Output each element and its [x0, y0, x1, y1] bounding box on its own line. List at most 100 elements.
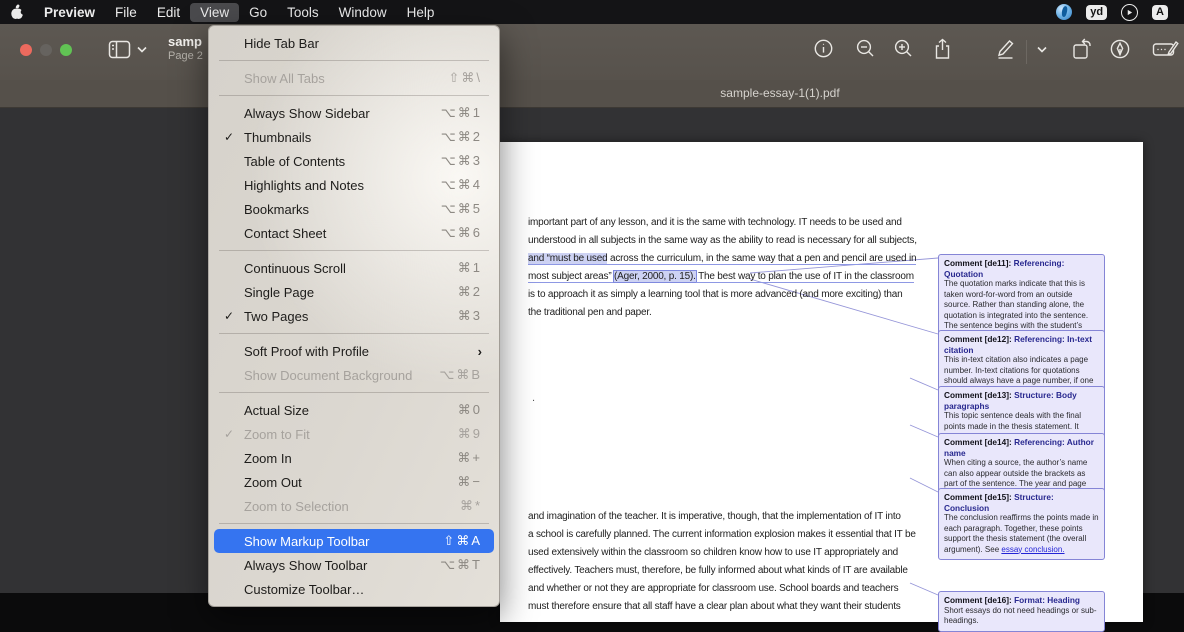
menubar-item-preview[interactable]: Preview [34, 3, 105, 22]
comment-body: Short essays do not need headings or sub… [944, 606, 1099, 627]
minimize-button[interactable] [40, 44, 52, 56]
essay-text: used extensively within the classroom so… [528, 547, 898, 558]
menu-item-label: Always Show Toolbar [244, 558, 440, 573]
sidebar-chevron-down-icon[interactable] [137, 46, 147, 53]
essay-text: must therefore ensure that all staff hav… [528, 601, 901, 612]
menu-item-shortcut: ⌘+ [457, 450, 482, 466]
menubar-item-edit[interactable]: Edit [147, 3, 190, 22]
menu-item-actual-size[interactable]: Actual Size⌘0 [214, 398, 494, 422]
menu-item-shortcut: ⌘* [460, 498, 482, 514]
tab-title[interactable]: sample-essay-1(1).pdf [720, 86, 839, 100]
essay-line: understood in all subjects in the same w… [528, 232, 920, 250]
comment-header: Comment [de16]: Format: Heading [944, 595, 1099, 606]
essay-text: effectively. Teachers must, therefore, b… [528, 565, 908, 576]
menu-item-show-markup-toolbar[interactable]: Show Markup Toolbar⇧⌘A [214, 529, 494, 553]
menu-item-zoom-in[interactable]: Zoom In⌘+ [214, 446, 494, 470]
zoom-window-button[interactable] [60, 44, 72, 56]
menu-divider [219, 392, 489, 393]
markup-chevron-down-icon[interactable] [1037, 46, 1047, 53]
menu-item-shortcut: ⌘9 [458, 426, 482, 442]
menu-item-bookmarks[interactable]: Bookmarks⌥⌘5 [214, 197, 494, 221]
annotated-text: and “must be used [528, 253, 607, 265]
essay-line: effectively. Teachers must, therefore, b… [528, 562, 920, 580]
menu-item-two-pages[interactable]: ✓Two Pages⌘3 [214, 304, 494, 328]
info-icon[interactable] [813, 38, 834, 59]
comment-body: The conclusion reaffirms the points made… [944, 513, 1099, 555]
comment-id: Comment [de11]: [944, 258, 1014, 268]
comment-link[interactable]: essay conclusion. [1001, 545, 1064, 554]
stray-mark: . [532, 392, 535, 404]
preview-window: samp Page 2 [0, 24, 1184, 593]
fill-and-sign-icon[interactable] [1152, 38, 1179, 60]
zoom-in-icon[interactable] [893, 38, 914, 59]
share-icon[interactable] [932, 38, 953, 60]
menu-item-hide-tab-bar[interactable]: Hide Tab Bar [214, 31, 494, 55]
menu-item-thumbnails[interactable]: ✓Thumbnails⌥⌘2 [214, 125, 494, 149]
checkmark-icon: ✓ [224, 309, 234, 323]
zoom-out-icon[interactable] [855, 38, 876, 59]
menu-item-label: Always Show Sidebar [244, 106, 441, 121]
yd-status-icon[interactable]: yd [1086, 5, 1107, 20]
essay-text: important part of any lesson, and it is … [528, 217, 902, 228]
comment-category: Format: Heading [1014, 595, 1080, 605]
menu-item-shortcut: ⌥⌘B [439, 367, 482, 383]
annotated-text: The best way to plan the use of IT in th… [696, 271, 914, 283]
essay-line: a school is carefully planned. The curre… [528, 526, 920, 544]
menu-item-table-of-contents[interactable]: Table of Contents⌥⌘3 [214, 149, 494, 173]
close-button[interactable] [20, 44, 32, 56]
apple-menu[interactable] [0, 4, 34, 20]
menu-item-always-show-sidebar[interactable]: Always Show Sidebar⌥⌘1 [214, 101, 494, 125]
sidebar-toggle-icon[interactable] [108, 39, 134, 61]
menubar-item-help[interactable]: Help [397, 3, 445, 22]
menubar-item-go[interactable]: Go [239, 3, 277, 22]
essay-text: and imagination of the teacher. It is im… [528, 511, 901, 522]
menu-item-contact-sheet[interactable]: Contact Sheet⌥⌘6 [214, 221, 494, 245]
menu-item-zoom-to-fit: ✓Zoom to Fit⌘9 [214, 422, 494, 446]
essay-text: is to approach it as simply a learning t… [528, 289, 902, 300]
markup-pen-icon[interactable] [993, 38, 1017, 61]
comment-box-6[interactable]: Comment [de16]: Format: HeadingShort ess… [938, 591, 1105, 632]
rotate-icon[interactable] [1070, 38, 1094, 61]
annotated-text: (Ager, 2000, p. 15). [614, 271, 696, 282]
comment-text: The quotation marks indicate that this i… [944, 279, 1088, 320]
menu-item-highlights-and-notes[interactable]: Highlights and Notes⌥⌘4 [214, 173, 494, 197]
menubar-item-window[interactable]: Window [329, 3, 397, 22]
highlighter-icon[interactable] [1109, 38, 1131, 60]
menu-item-label: Continuous Scroll [244, 261, 458, 276]
menu-divider [219, 250, 489, 251]
comment-header: Comment [de12]: Referencing: In-text cit… [944, 334, 1099, 355]
essay-line: and “must be used across the curriculum,… [528, 250, 920, 268]
menu-item-customize-toolbar[interactable]: Customize Toolbar… [214, 577, 494, 601]
toolbar: samp Page 2 [0, 24, 1184, 80]
essay-text: and whether or not they are appropriate … [528, 583, 898, 594]
menu-item-label: Show Markup Toolbar [244, 534, 443, 549]
comment-box-5[interactable]: Comment [de15]: Structure: ConclusionThe… [938, 488, 1105, 560]
app-status-icon[interactable] [1056, 4, 1072, 20]
comment-header: Comment [de11]: Referencing: Quotation [944, 258, 1099, 279]
essay-text: understood in all subjects in the same w… [528, 235, 917, 246]
menu-item-always-show-toolbar[interactable]: Always Show Toolbar⌥⌘T [214, 553, 494, 577]
menubar-item-view[interactable]: View [190, 3, 239, 22]
menubar-item-file[interactable]: File [105, 3, 147, 22]
window-page-indicator: Page 2 [168, 50, 208, 62]
menu-item-shortcut: ⌘− [457, 474, 482, 490]
menu-item-label: Customize Toolbar… [244, 582, 482, 597]
menu-item-zoom-to-selection: Zoom to Selection⌘* [214, 494, 494, 518]
menu-item-shortcut: ⌥⌘6 [441, 225, 482, 241]
menu-item-label: Zoom In [244, 451, 457, 466]
a-status-icon[interactable]: A [1152, 5, 1168, 20]
menu-item-zoom-out[interactable]: Zoom Out⌘− [214, 470, 494, 494]
menu-item-single-page[interactable]: Single Page⌘2 [214, 280, 494, 304]
menubar-item-tools[interactable]: Tools [277, 3, 329, 22]
menu-item-soft-proof-with-profile[interactable]: Soft Proof with Profile› [214, 339, 494, 363]
essay-line: and imagination of the teacher. It is im… [528, 508, 920, 526]
comment-header: Comment [de15]: Structure: Conclusion [944, 492, 1099, 513]
menu-bar: PreviewFileEditViewGoToolsWindowHelp yd … [0, 0, 1184, 24]
essay-line: and whether or not they are appropriate … [528, 580, 920, 598]
pdf-page: important part of any lesson, and it is … [500, 142, 1143, 622]
comment-id: Comment [de15]: [944, 492, 1014, 502]
play-status-icon[interactable] [1121, 4, 1138, 21]
menu-item-shortcut: ⌥⌘1 [441, 105, 482, 121]
menu-item-continuous-scroll[interactable]: Continuous Scroll⌘1 [214, 256, 494, 280]
menu-item-label: Soft Proof with Profile [244, 344, 478, 359]
